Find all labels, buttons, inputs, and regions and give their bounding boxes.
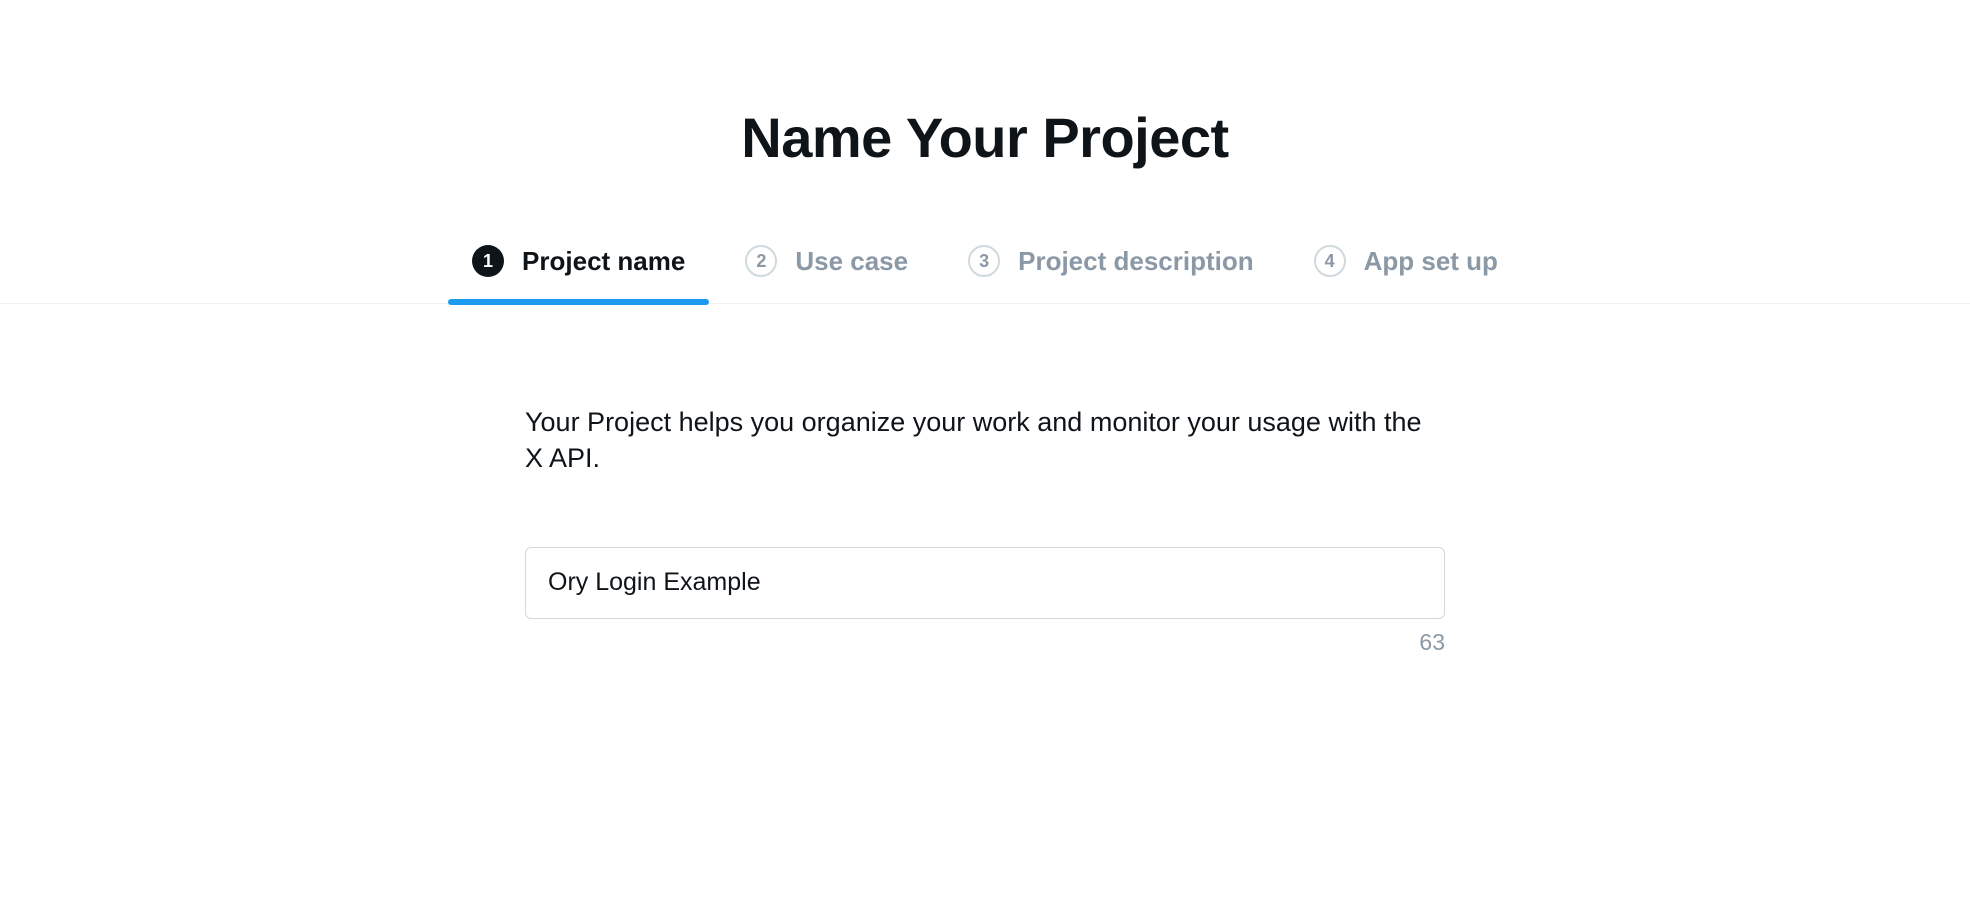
step-label-1: Project name xyxy=(522,246,685,277)
page-title: Name Your Project xyxy=(741,105,1228,170)
step-use-case[interactable]: 2 Use case xyxy=(745,245,908,303)
step-app-set-up[interactable]: 4 App set up xyxy=(1314,245,1498,303)
step-circle-2: 2 xyxy=(745,245,777,277)
project-name-input[interactable] xyxy=(525,547,1445,619)
step-label-2: Use case xyxy=(795,246,908,277)
step-label-3: Project description xyxy=(1018,246,1254,277)
input-wrap: 63 xyxy=(525,547,1445,656)
description-text: Your Project helps you organize your wor… xyxy=(525,404,1445,477)
step-label-4: App set up xyxy=(1364,246,1498,277)
char-count: 63 xyxy=(525,629,1445,656)
step-circle-3: 3 xyxy=(968,245,1000,277)
steps-bar: 1 Project name 2 Use case 3 Project desc… xyxy=(0,245,1970,304)
step-project-name[interactable]: 1 Project name xyxy=(472,245,685,303)
step-project-description[interactable]: 3 Project description xyxy=(968,245,1254,303)
content: Your Project helps you organize your wor… xyxy=(525,404,1445,656)
step-circle-4: 4 xyxy=(1314,245,1346,277)
step-circle-1: 1 xyxy=(472,245,504,277)
